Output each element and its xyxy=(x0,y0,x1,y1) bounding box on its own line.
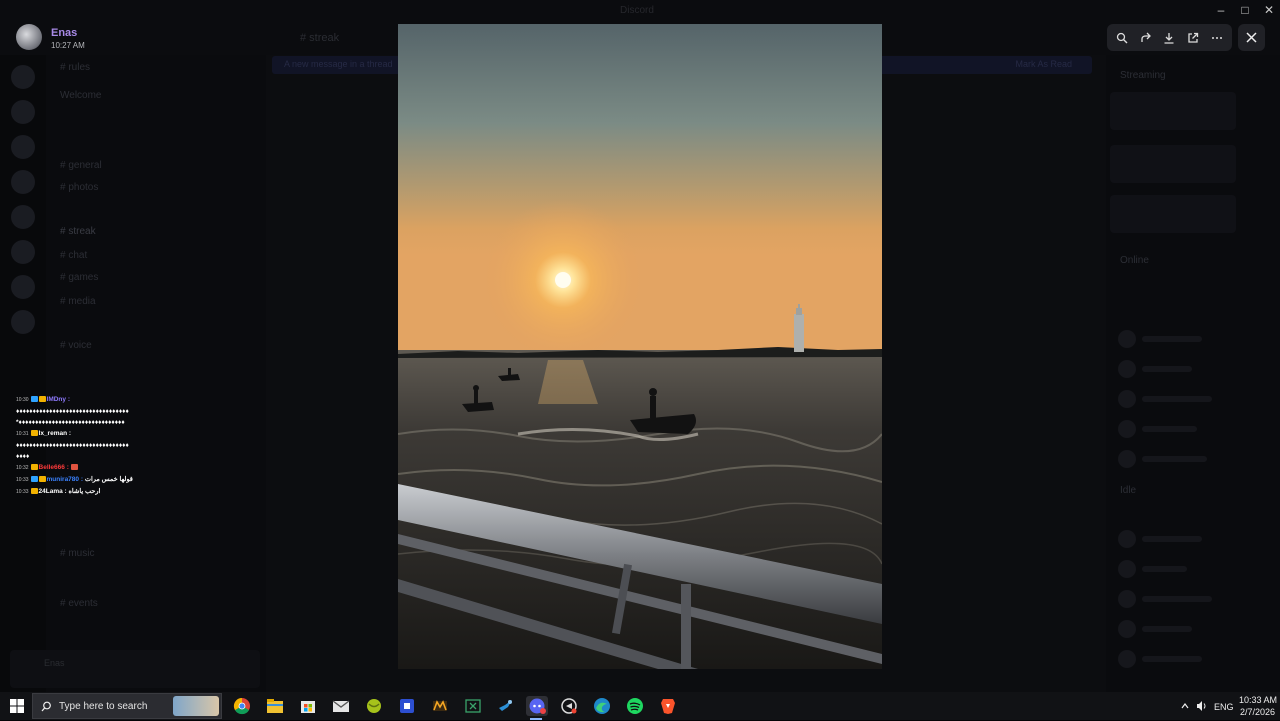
app-orange-icon[interactable] xyxy=(430,696,450,716)
file-explorer-icon[interactable] xyxy=(265,696,285,716)
minimize-button[interactable]: – xyxy=(1212,3,1230,17)
member-group-label: Online xyxy=(1120,255,1149,266)
close-icon[interactable] xyxy=(1238,24,1265,51)
sunset-photo xyxy=(398,24,882,669)
channel-item: # general xyxy=(60,160,102,171)
stream-chat-overlay: 10:30 IMDny : ♦♦♦♦♦♦♦♦♦♦♦♦♦♦♦♦♦♦♦♦♦♦♦♦♦♦♦… xyxy=(16,394,246,498)
maximize-button[interactable]: □ xyxy=(1236,3,1254,17)
app-green-icon[interactable] xyxy=(364,696,384,716)
chat-line: *♦♦♦♦♦♦♦♦♦♦♦♦♦♦♦♦♦♦♦♦♦♦♦♦♦♦♦♦♦♦♦♦ xyxy=(16,419,125,426)
language-indicator[interactable]: ENG xyxy=(1214,702,1234,712)
avatar xyxy=(16,24,42,50)
app-recorder-icon[interactable] xyxy=(559,696,579,716)
chat-line: 10:32 Belle666 : xyxy=(16,462,246,474)
activity-card xyxy=(1110,92,1236,130)
upload-time: 10:27 AM xyxy=(51,41,85,50)
taskbar-search[interactable]: Type here to search xyxy=(32,693,222,719)
channel-item: # music xyxy=(60,548,95,559)
channel-title: # streak xyxy=(300,32,340,44)
taskbar: Type here to search ENG 10:33 AM 2/7/202… xyxy=(0,692,1280,720)
chat-line: ♦♦♦♦♦♦♦♦♦♦♦♦♦♦♦♦♦♦♦♦♦♦♦♦♦♦♦♦♦♦♦♦♦♦ xyxy=(16,442,129,449)
activity-card xyxy=(1110,145,1236,183)
zoom-icon[interactable] xyxy=(1112,28,1132,48)
chat-line: 10:30 IMDny : xyxy=(16,396,70,403)
clock-time[interactable]: 10:33 AM xyxy=(1239,695,1277,705)
server-rail xyxy=(0,55,46,692)
channel-item: # rules xyxy=(60,62,91,73)
member-group-label: Streaming xyxy=(1120,70,1166,81)
user-panel: Enas xyxy=(10,650,260,688)
spotify-icon[interactable] xyxy=(625,696,645,716)
open-external-icon[interactable] xyxy=(1183,28,1203,48)
channel-item: # voice xyxy=(60,340,92,351)
edge-icon[interactable] xyxy=(592,696,612,716)
channel-item: # games xyxy=(60,272,99,283)
chat-line: 10:33 munira780 : قولها خمس مرات xyxy=(16,476,133,483)
chat-line: 10:31 lx_reman : xyxy=(16,430,72,437)
activity-card xyxy=(1110,195,1236,233)
store-icon[interactable] xyxy=(298,696,318,716)
discord-icon[interactable] xyxy=(526,696,548,720)
viewer-toolbar xyxy=(1107,24,1232,51)
xbox-icon[interactable] xyxy=(463,696,483,716)
chrome-icon[interactable] xyxy=(232,696,252,716)
channel-item: # photos xyxy=(60,182,99,193)
channel-list xyxy=(46,55,266,692)
window-title: Discord xyxy=(620,5,654,16)
channel-item: # chat xyxy=(60,250,88,261)
channel-item: Welcome xyxy=(60,90,102,101)
forward-icon[interactable] xyxy=(1136,28,1156,48)
chevron-up-icon[interactable] xyxy=(1180,701,1190,713)
clock-date[interactable]: 2/7/2026 xyxy=(1240,707,1275,717)
windows-start-icon[interactable] xyxy=(10,699,24,713)
volume-icon[interactable] xyxy=(1196,700,1208,714)
member-group-label: Idle xyxy=(1120,485,1137,496)
brave-icon[interactable] xyxy=(658,696,678,716)
window-close-button[interactable]: ✕ xyxy=(1260,3,1278,17)
uploader-name: Enas xyxy=(51,27,78,39)
app-blue-icon[interactable] xyxy=(397,696,417,716)
steam-icon[interactable] xyxy=(496,696,516,716)
mail-icon[interactable] xyxy=(331,696,351,716)
search-highlight-image xyxy=(173,696,219,716)
search-icon xyxy=(41,701,51,712)
channel-item: # streak xyxy=(60,226,96,237)
chat-line: ♦♦♦♦ xyxy=(16,453,30,460)
download-icon[interactable] xyxy=(1159,28,1179,48)
channel-item: # media xyxy=(60,296,96,307)
chat-line: 10:33 24Lama : ارحب ياشاه xyxy=(16,488,101,495)
channel-item: # events xyxy=(60,598,98,609)
more-icon[interactable] xyxy=(1207,28,1227,48)
chat-line: ♦♦♦♦♦♦♦♦♦♦♦♦♦♦♦♦♦♦♦♦♦♦♦♦♦♦♦♦♦♦♦♦♦♦ xyxy=(16,408,129,415)
